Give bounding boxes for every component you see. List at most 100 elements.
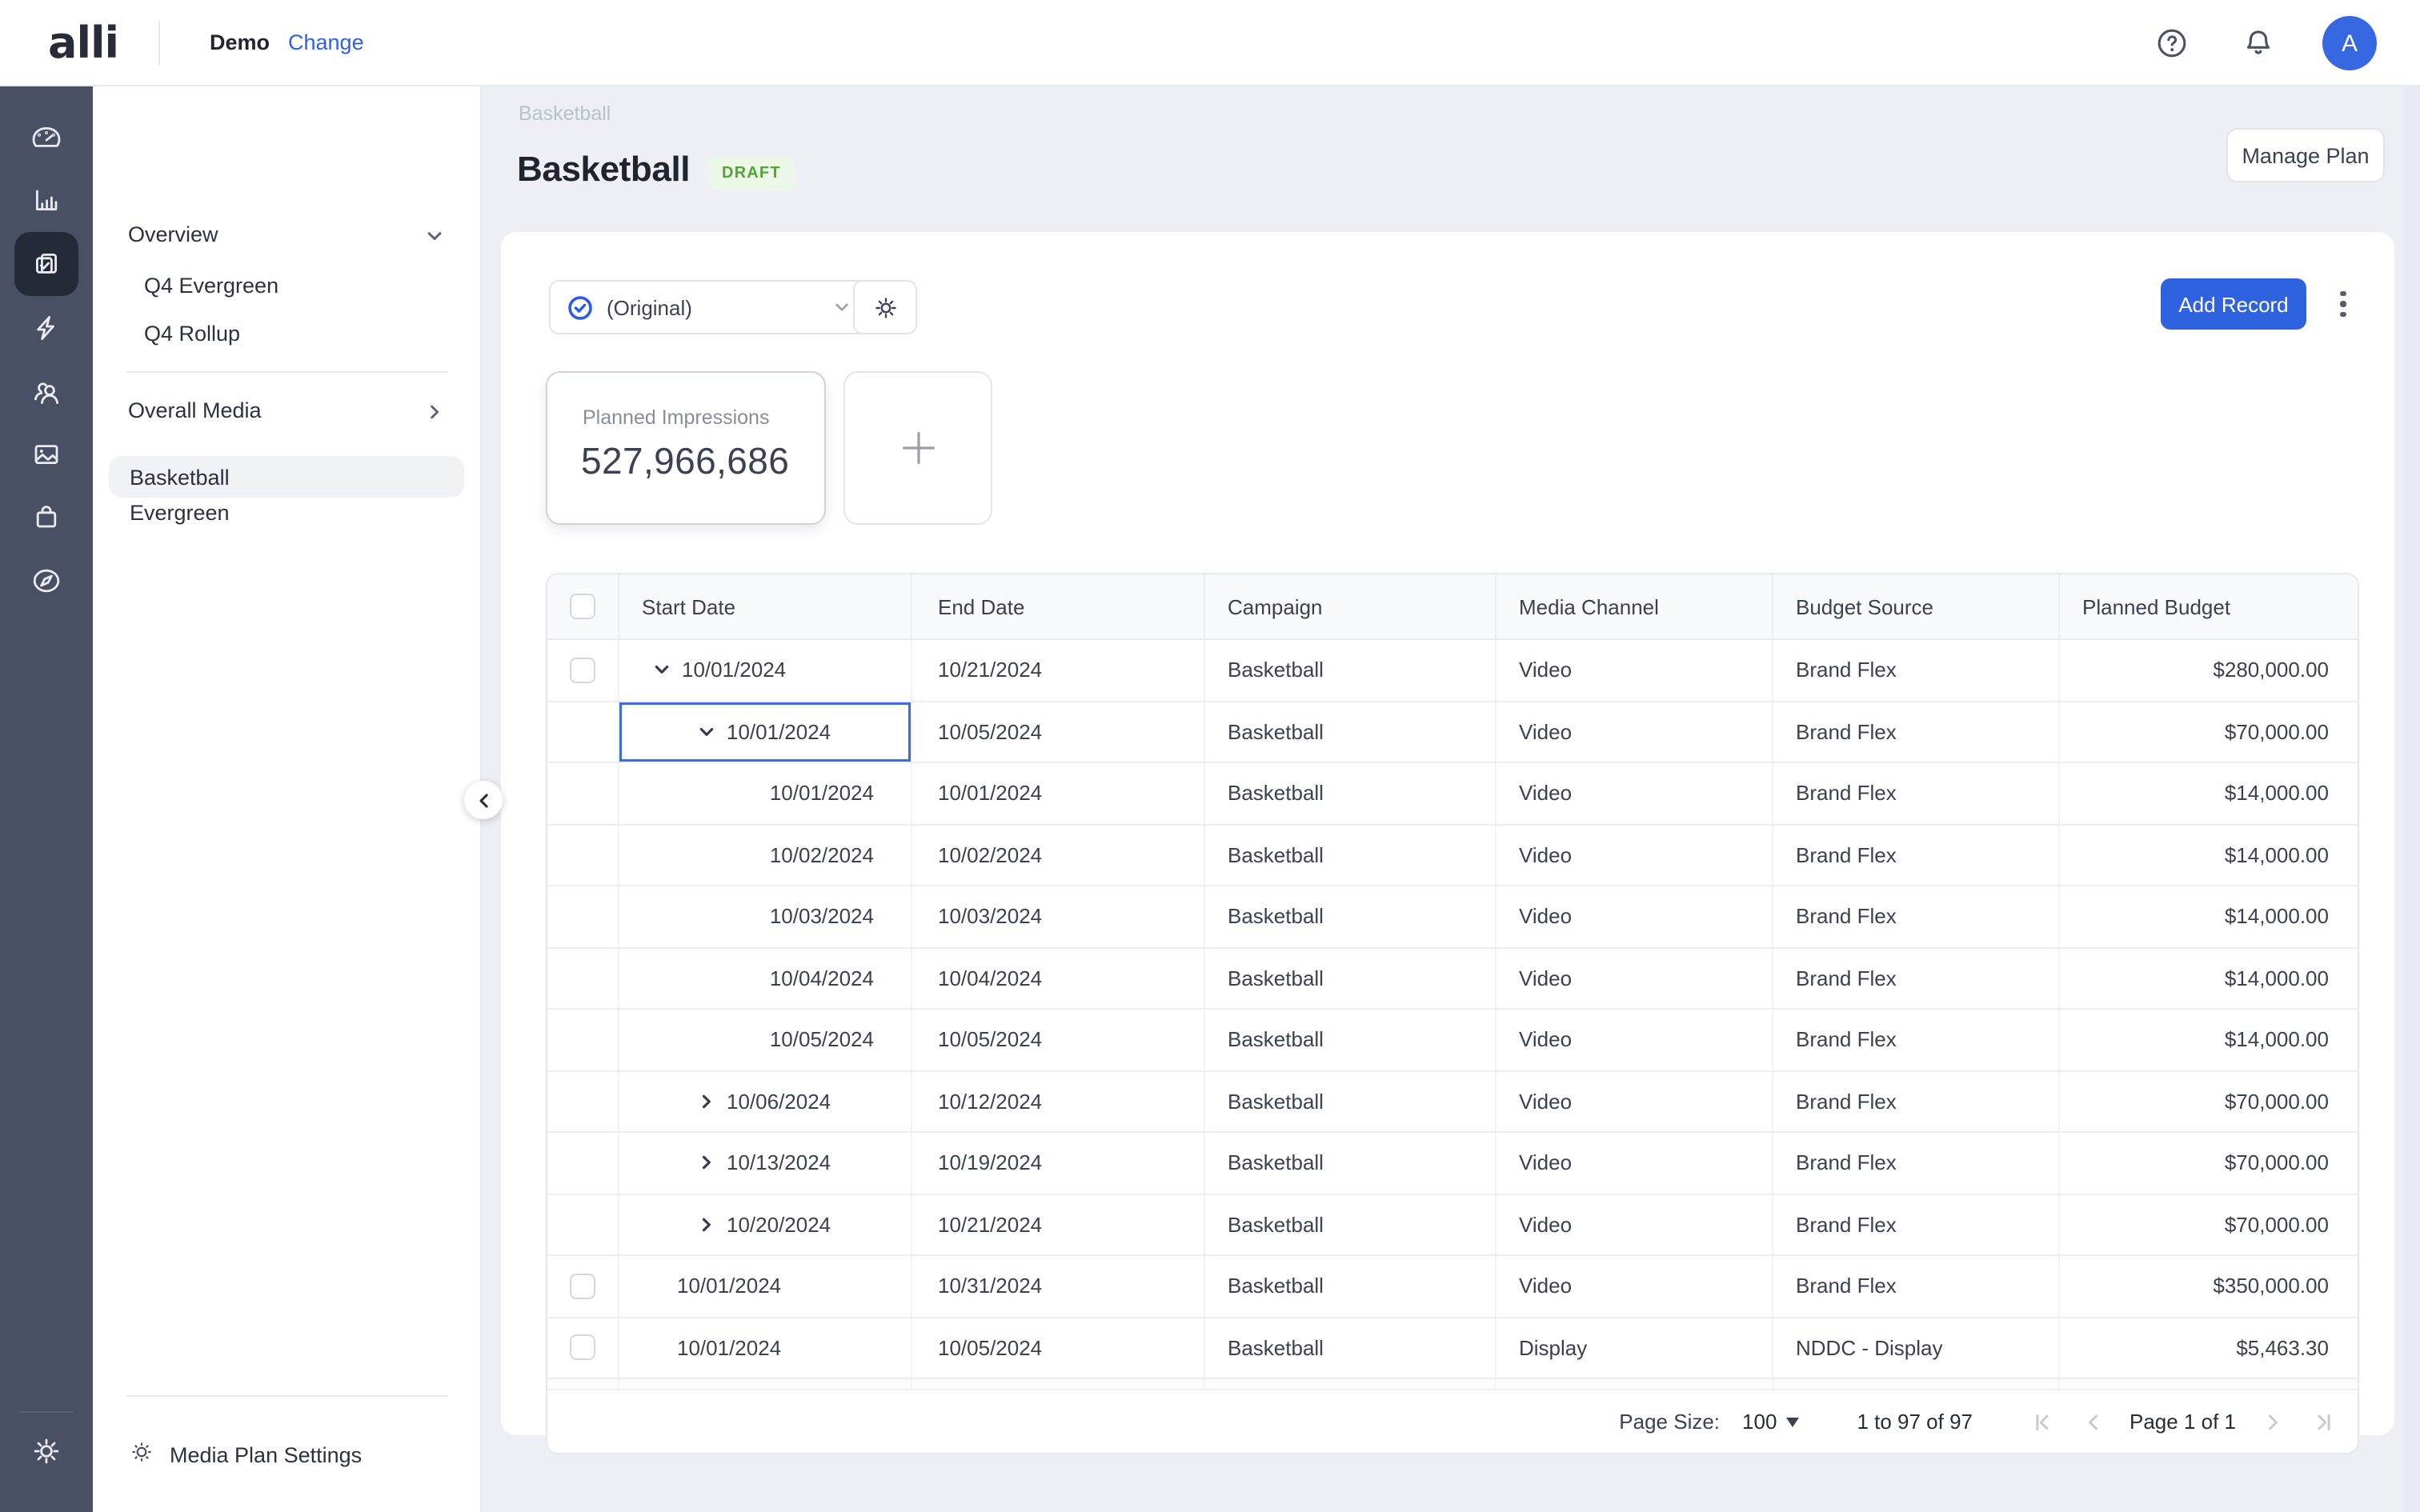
select-all-header-cell[interactable] (547, 574, 619, 638)
cell-start-date[interactable]: 10/13/2024 (619, 1133, 912, 1193)
cell-media-channel[interactable]: Video (1496, 1133, 1773, 1193)
cell-planned-budget[interactable]: $70,000.00 (2060, 1194, 2358, 1254)
cell-start-date[interactable]: 10/01/2024 (619, 1256, 912, 1316)
cell-media-channel[interactable]: Video (1496, 825, 1773, 885)
column-header-start-date[interactable]: Start Date (619, 574, 912, 638)
cell-planned-budget[interactable]: $70,000.00 (2060, 1071, 2358, 1131)
notifications-bell-icon[interactable] (2241, 26, 2276, 61)
column-header-planned-budget[interactable]: Planned Budget (2060, 574, 2358, 638)
cell-end-date[interactable]: 10/05/2024 (912, 702, 1205, 762)
cell-budget-source[interactable]: Brand Flex (1773, 640, 2060, 700)
cell-budget-source[interactable]: Brand Flex (1773, 1256, 2060, 1316)
cell-end-date[interactable]: 10/21/2024 (912, 1194, 1205, 1254)
cell-start-date[interactable]: 10/20/2024 (619, 1194, 912, 1254)
cell-planned-budget[interactable]: $5,463.30 (2060, 1318, 2358, 1378)
sidebar-item-q4-rollup[interactable]: Q4 Rollup (144, 322, 240, 346)
cell-budget-source[interactable]: Brand Flex (1773, 1010, 2060, 1070)
cell-campaign[interactable]: Basketball (1205, 1194, 1496, 1254)
cell-start-date[interactable]: 10/01/2024 (619, 1318, 912, 1378)
cell-budget-source[interactable]: Brand Flex (1773, 1194, 2060, 1254)
cell-campaign[interactable]: Basketball (1205, 763, 1496, 823)
cell-planned-budget[interactable]: $280,000.00 (2060, 640, 2358, 700)
cell-media-channel[interactable]: Video (1496, 763, 1773, 823)
row-checkbox[interactable] (570, 1274, 595, 1299)
cell-end-date[interactable]: 10/12/2024 (912, 1071, 1205, 1131)
cell-end-date[interactable]: 10/19/2024 (912, 1133, 1205, 1193)
sidebar-item-basketball[interactable]: Basketball (109, 456, 464, 498)
cell-budget-source[interactable]: Brand Flex (1773, 763, 2060, 823)
table-settings-gear-button[interactable] (853, 280, 917, 334)
cell-media-channel[interactable]: Video (1496, 1071, 1773, 1131)
cell-budget-source[interactable]: Brand Flex (1773, 886, 2060, 946)
media-plan-settings-button[interactable]: Media Plan Settings (128, 1438, 362, 1470)
sidebar-item-overall-media[interactable]: Overall Media (128, 398, 262, 422)
planned-impressions-card[interactable]: Planned Impressions 527,966,686 (546, 371, 826, 525)
cell-media-channel[interactable]: Video (1496, 702, 1773, 762)
chevron-right-icon[interactable] (696, 1214, 717, 1235)
row-checkbox[interactable] (570, 658, 595, 683)
cell-planned-budget[interactable]: $14,000.00 (2060, 763, 2358, 823)
user-avatar[interactable]: A (2322, 16, 2377, 70)
change-workspace-link[interactable]: Change (288, 30, 364, 54)
cell-budget-source[interactable]: Brand Flex (1773, 1071, 2060, 1131)
select-all-checkbox[interactable] (570, 594, 595, 619)
dashboard-icon[interactable] (14, 106, 78, 170)
page-size-select[interactable]: 100 (1742, 1410, 1799, 1434)
cell-end-date[interactable]: 10/01/2024 (912, 763, 1205, 823)
add-metric-card-button[interactable] (843, 371, 992, 525)
column-header-campaign[interactable]: Campaign (1205, 574, 1496, 638)
cell-budget-source[interactable]: Brand Flex (1773, 825, 2060, 885)
last-page-icon[interactable] (2313, 1410, 2335, 1433)
version-select[interactable]: (Original) (549, 280, 869, 334)
cell-start-date[interactable]: 10/01/2024 (619, 702, 912, 762)
cell-end-date[interactable]: 10/04/2024 (912, 948, 1205, 1008)
media-plans-icon[interactable] (14, 232, 78, 296)
cell-end-date[interactable]: 10/31/2024 (912, 1256, 1205, 1316)
cell-media-channel[interactable]: Video (1496, 1256, 1773, 1316)
cell-planned-budget[interactable]: $14,000.00 (2060, 825, 2358, 885)
cell-media-channel[interactable]: Video (1496, 640, 1773, 700)
cell-campaign[interactable]: Basketball (1205, 1256, 1496, 1316)
cell-budget-source[interactable]: Brand Flex (1773, 702, 2060, 762)
cell-end-date[interactable]: 10/21/2024 (912, 640, 1205, 700)
chevron-right-icon[interactable] (696, 1153, 717, 1174)
cell-budget-source[interactable]: Brand Flex (1773, 1133, 2060, 1193)
add-record-button[interactable]: Add Record (2161, 278, 2306, 330)
cell-budget-source[interactable]: Brand Flex (1773, 948, 2060, 1008)
cell-end-date[interactable]: 10/05/2024 (912, 1010, 1205, 1070)
cell-start-date[interactable]: 10/05/2024 (619, 1010, 912, 1070)
cell-media-channel[interactable]: Video (1496, 1194, 1773, 1254)
manage-plan-button[interactable]: Manage Plan (2226, 128, 2385, 182)
column-header-end-date[interactable]: End Date (912, 574, 1205, 638)
shopping-bag-icon[interactable] (14, 485, 78, 549)
help-icon[interactable] (2154, 26, 2190, 61)
sidebar-collapse-toggle[interactable] (464, 781, 503, 819)
next-page-icon[interactable] (2262, 1410, 2284, 1433)
cell-start-date[interactable]: 10/01/2024 (619, 763, 912, 823)
previous-page-icon[interactable] (2081, 1410, 2104, 1433)
first-page-icon[interactable] (2030, 1410, 2053, 1433)
cell-campaign[interactable]: Basketball (1205, 948, 1496, 1008)
cell-planned-budget[interactable]: $70,000.00 (2060, 1133, 2358, 1193)
chevron-down-icon[interactable] (651, 660, 672, 681)
cell-start-date[interactable]: 10/01/2024 (619, 640, 912, 700)
column-header-media-channel[interactable]: Media Channel (1496, 574, 1773, 638)
cell-start-date[interactable]: 10/02/2024 (619, 825, 912, 885)
cell-budget-source[interactable]: NDDC - Display (1773, 1318, 2060, 1378)
bar-chart-icon[interactable] (14, 168, 78, 232)
chevron-down-icon[interactable] (696, 722, 717, 742)
cell-media-channel[interactable]: Display (1496, 1318, 1773, 1378)
sidebar-item-q4-evergreen[interactable]: Q4 Evergreen (144, 274, 278, 298)
cell-planned-budget[interactable]: $70,000.00 (2060, 702, 2358, 762)
cell-media-channel[interactable]: Video (1496, 886, 1773, 946)
rail-settings-gear-icon[interactable] (14, 1419, 78, 1483)
sidebar-item-overview[interactable]: Overview (128, 222, 218, 246)
cell-campaign[interactable]: Basketball (1205, 640, 1496, 700)
cell-planned-budget[interactable]: $14,000.00 (2060, 1010, 2358, 1070)
lightning-icon[interactable] (14, 296, 78, 360)
cell-end-date[interactable]: 10/02/2024 (912, 825, 1205, 885)
compass-icon[interactable] (14, 549, 78, 613)
cell-campaign[interactable]: Basketball (1205, 1133, 1496, 1193)
chevron-right-icon[interactable] (696, 1091, 717, 1112)
cell-media-channel[interactable]: Video (1496, 1010, 1773, 1070)
